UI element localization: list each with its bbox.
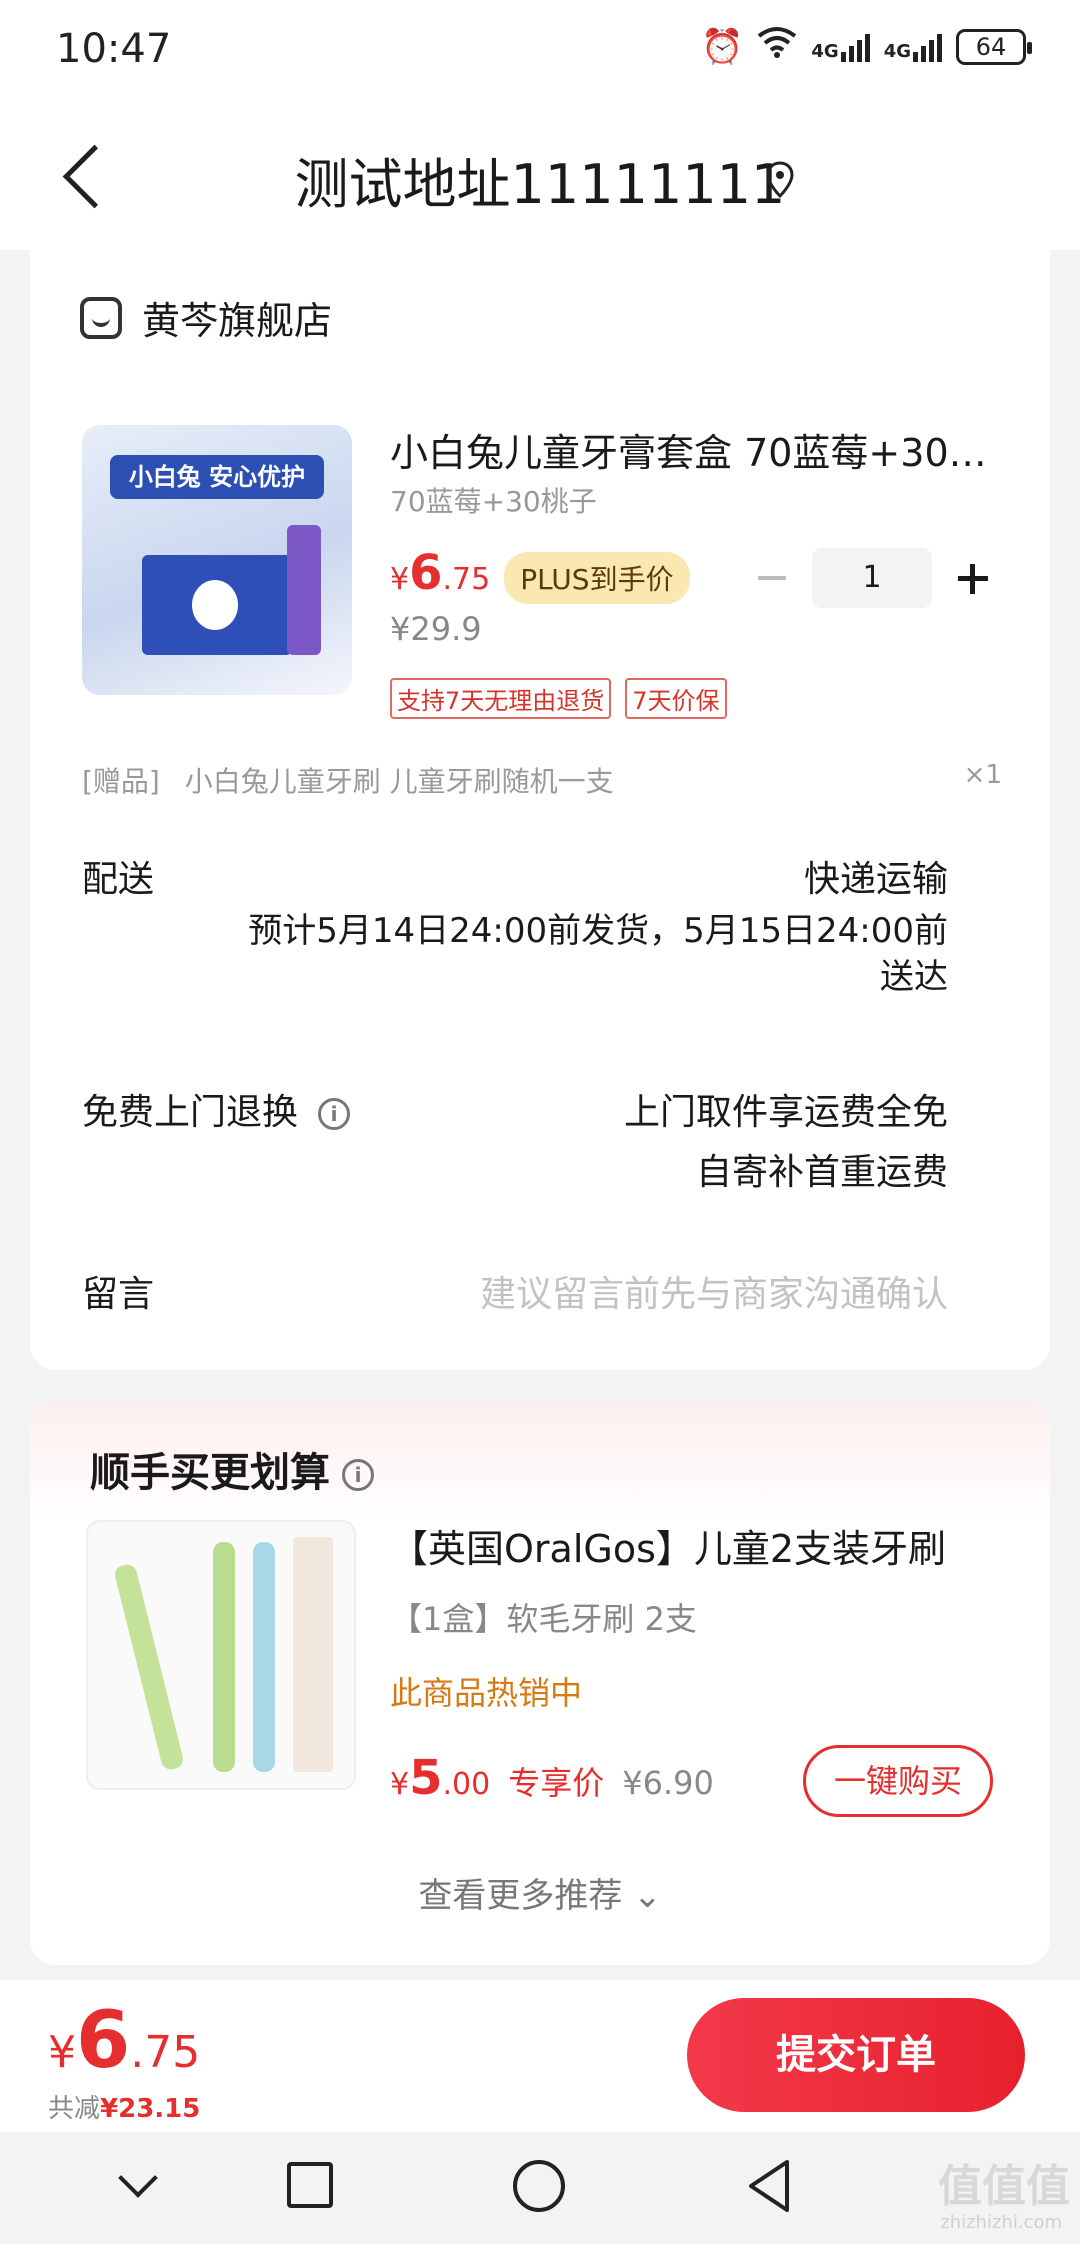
gift-quantity: ×1 <box>963 760 1002 790</box>
recents-icon[interactable] <box>287 2162 333 2208</box>
recommend-hot-label: 此商品热销中 <box>390 1674 583 1712</box>
return-service-line2: 自寄补首重运费 <box>695 1152 948 1193</box>
recommend-price: ¥5.00 <box>390 1750 491 1806</box>
return-service-detail: 上门取件享运费全免 自寄补首重运费 <box>624 1083 948 1203</box>
recommend-exclusive-label: 专享价 <box>508 1764 605 1802</box>
toothbrush-graphic-3 <box>253 1542 275 1772</box>
see-more-link[interactable]: 查看更多推荐 ⌄ <box>30 1868 1050 1917</box>
quantity-input[interactable]: 1 <box>812 548 932 608</box>
remark-label: 留言 <box>82 1274 155 1315</box>
plus-price-badge: PLUS到手价 <box>504 552 690 604</box>
discount-summary: 共减¥23.15 <box>48 2094 201 2124</box>
recommend-card: 顺手买更划算 i 【英国OralGos】儿童2支装牙刷 【1盒】软毛牙刷 2支 此… <box>30 1400 1050 1965</box>
battery-icon: 64 <box>956 28 1032 65</box>
delivery-method[interactable]: 快递运输 <box>804 850 948 902</box>
plus-icon[interactable] <box>950 556 994 600</box>
product-image-banner: 小白兔 安心优护 <box>110 455 324 499</box>
recommend-product-spec[interactable]: 【1盒】软毛牙刷 2支 <box>390 1594 697 1640</box>
recommend-info-icon[interactable]: i <box>342 1459 374 1491</box>
network-type-label: 4G <box>811 40 839 62</box>
delivery-label: 配送 <box>82 859 155 900</box>
bottom-bar: ¥6.75 共减¥23.15 提交订单 <box>0 1980 1080 2132</box>
network-type-label-2: 4G <box>883 40 911 62</box>
minus-icon[interactable] <box>750 556 794 600</box>
recommend-title-text: 顺手买更划算 <box>90 1450 330 1496</box>
recommend-price-row: ¥5.00 专享价 ¥6.90 <box>390 1750 714 1806</box>
product-image[interactable]: 小白兔 安心优护 <box>82 425 352 695</box>
system-nav-bar <box>0 2132 1080 2244</box>
store-icon <box>80 296 122 339</box>
total-price: ¥6.75 <box>48 1996 201 2086</box>
signal-icon: 4G <box>811 32 870 62</box>
toothbrush-graphic <box>112 1562 186 1772</box>
product-title[interactable]: 小白兔儿童牙膏套盒 70蓝莓+30… <box>390 422 990 477</box>
recommend-product-name[interactable]: 【英国OralGos】儿童2支装牙刷 <box>390 1518 946 1573</box>
product-variant[interactable]: 70蓝莓+30桃子 <box>390 480 597 520</box>
return-service-label: 免费上门退换 i <box>82 1083 351 1135</box>
chevron-down-icon[interactable] <box>116 2162 156 2202</box>
location-pin-icon[interactable] <box>765 160 795 200</box>
delivery-eta-line1: 预计5月14日24:00前发货，5月15日24:00前 <box>248 911 948 951</box>
product-price: ¥6.75 <box>390 545 491 601</box>
service-tags: 支持7天无理由退货 7天价保 <box>390 678 727 719</box>
store-row[interactable]: 黄芩旗舰店 <box>80 290 332 345</box>
status-bar: 10:47 ⏰ 4G 4G 64 <box>0 0 1080 100</box>
watermark-url: zhizhizhi.com <box>940 2212 1062 2233</box>
product-price-row: ¥6.75 PLUS到手价 <box>390 545 690 604</box>
product-box-graphic <box>142 555 292 655</box>
recommend-product-image[interactable] <box>86 1520 356 1790</box>
return-service-text: 免费上门退换 <box>82 1092 299 1133</box>
one-click-buy-button[interactable]: 一键购买 <box>803 1745 993 1817</box>
home-icon[interactable] <box>513 2160 565 2212</box>
watermark-logo: 值值值 <box>938 2161 1070 2212</box>
gift-row: [赠品] 小白兔儿童牙刷 儿童牙刷随机一支 ×1 <box>82 760 1002 800</box>
tag-price-protect: 7天价保 <box>625 678 727 719</box>
header: 测试地址11111111 <box>0 100 1080 250</box>
discount-value: ¥23.15 <box>100 2094 201 2124</box>
info-icon[interactable]: i <box>318 1098 351 1130</box>
quantity-stepper: 1 <box>750 548 994 608</box>
status-time: 10:47 <box>56 26 172 72</box>
delivery-eta-line2: 送达 <box>880 957 948 997</box>
signal-icon-2: 4G <box>884 32 942 62</box>
remark-input[interactable]: 建议留言前先与商家沟通确认 <box>480 1265 948 1317</box>
submit-order-button[interactable]: 提交订单 <box>687 1998 1025 2112</box>
alarm-icon: ⏰ <box>701 26 744 67</box>
product-original-price: ¥29.9 <box>390 610 482 648</box>
toothbrush-graphic-2 <box>213 1542 235 1772</box>
nav-back-icon[interactable] <box>745 2158 795 2214</box>
product-tube-graphic <box>287 525 321 655</box>
return-service-line1: 上门取件享运费全免 <box>623 1092 948 1133</box>
status-icons: ⏰ 4G 4G 64 <box>701 26 1032 67</box>
battery-level: 64 <box>975 32 1007 61</box>
wifi-icon <box>757 26 797 67</box>
page-title[interactable]: 测试地址11111111 <box>0 140 1080 219</box>
order-card: 黄芩旗舰店 小白兔 安心优护 小白兔儿童牙膏套盒 70蓝莓+30… 70蓝莓+3… <box>30 240 1050 1370</box>
recommend-title: 顺手买更划算 i <box>90 1440 374 1498</box>
package-graphic <box>293 1537 333 1772</box>
gift-text: 小白兔儿童牙刷 儿童牙刷随机一支 <box>184 765 614 798</box>
store-name: 黄芩旗舰店 <box>142 299 333 343</box>
gift-label: [赠品] <box>82 765 160 798</box>
tag-return: 支持7天无理由退货 <box>390 678 612 719</box>
recommend-original-price: ¥6.90 <box>622 1764 714 1802</box>
delivery-eta: 预计5月14日24:00前发货，5月15日24:00前 送达 <box>248 908 948 1000</box>
